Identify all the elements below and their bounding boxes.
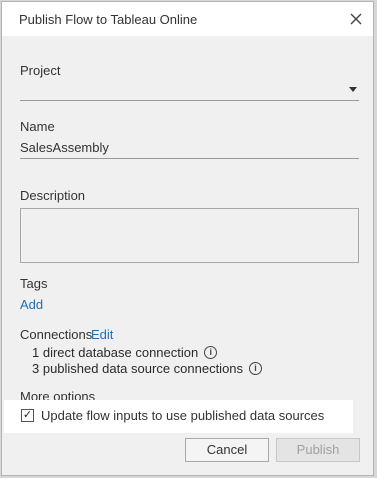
update-inputs-checkbox[interactable]: ✓: [21, 409, 34, 422]
connection-item-text: 1 direct database connection: [32, 345, 199, 360]
name-field[interactable]: SalesAssembly: [20, 137, 359, 159]
info-icon[interactable]: i: [204, 346, 218, 359]
description-textarea[interactable]: [20, 208, 359, 263]
description-label: Description: [20, 188, 86, 203]
publish-button[interactable]: Publish: [276, 438, 360, 462]
tags-label: Tags: [20, 276, 48, 291]
publish-flow-dialog: Publish Flow to Tableau Online Project N…: [1, 1, 374, 476]
project-dropdown[interactable]: [20, 79, 359, 101]
connections-label: Connections: [20, 327, 93, 342]
add-tag-link[interactable]: Add: [20, 297, 43, 312]
dialog-title: Publish Flow to Tableau Online: [19, 12, 198, 27]
connection-item-text: 3 published data source connections: [32, 361, 244, 376]
close-icon[interactable]: [347, 10, 365, 28]
dialog-titlebar: Publish Flow to Tableau Online: [2, 2, 373, 36]
project-label: Project: [20, 63, 61, 78]
chevron-down-icon: [349, 87, 357, 92]
cancel-button[interactable]: Cancel: [185, 438, 269, 462]
connection-item: 3 published data source connections i: [32, 361, 263, 376]
info-icon[interactable]: i: [249, 362, 263, 375]
edit-connections-link[interactable]: Edit: [91, 327, 113, 342]
update-inputs-checkbox-label[interactable]: Update flow inputs to use published data…: [41, 408, 324, 423]
connection-item: 1 direct database connection i: [32, 345, 218, 360]
name-label: Name: [20, 119, 55, 134]
